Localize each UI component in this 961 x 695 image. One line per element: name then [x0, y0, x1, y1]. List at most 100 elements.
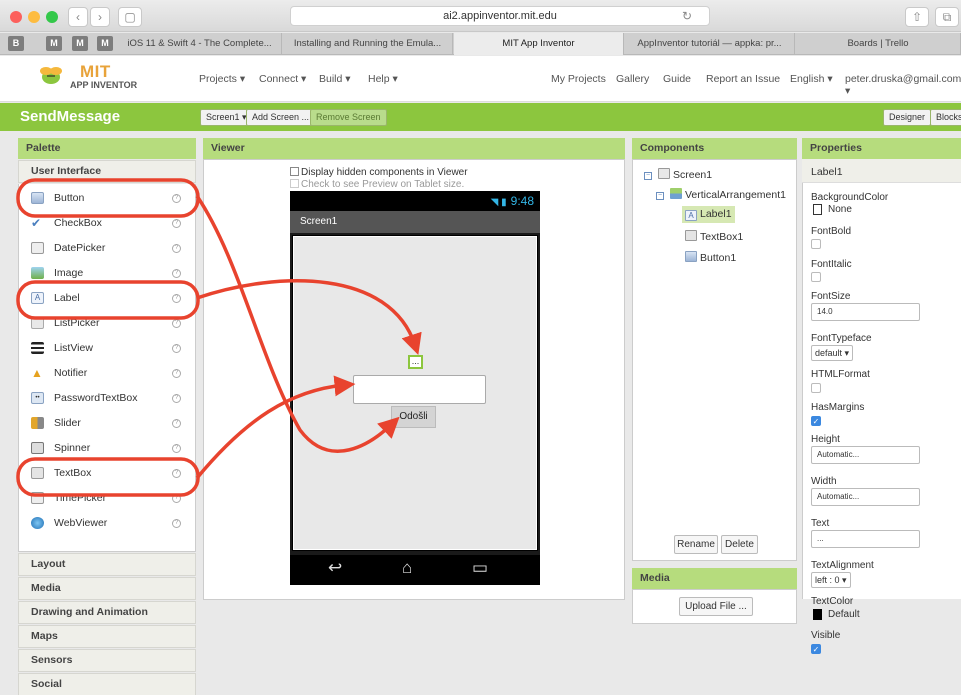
screen-select[interactable]: Screen1 ▾ [200, 109, 253, 126]
palette-section-sensors[interactable]: Sensors [18, 649, 196, 672]
color-swatch-default[interactable] [813, 609, 822, 620]
font-typeface-select[interactable]: default ▾ [811, 345, 854, 361]
account-menu[interactable]: peter.druska@gmail.com ▾ [845, 73, 961, 97]
palette-item-timepicker[interactable]: TimePicker ? [19, 486, 195, 511]
palette-item-textbox[interactable]: TextBox ? [19, 461, 195, 486]
textbox1-preview[interactable] [353, 375, 486, 404]
browser-tab[interactable]: Boards | Trello [796, 33, 961, 55]
browser-tab[interactable]: AppInventor tutoriál — appka: pr... [625, 33, 795, 55]
link-my-projects[interactable]: My Projects [551, 73, 606, 85]
palette-item-listview[interactable]: ListView ? [19, 336, 195, 361]
help-icon[interactable]: ? [172, 219, 181, 228]
palette-item-slider[interactable]: Slider ? [19, 411, 195, 436]
tree-item-verticalarrangement1[interactable]: − VerticalArrangement1 [656, 188, 786, 201]
tree-item-label1[interactable]: A Label1 [682, 206, 735, 223]
prop-text-color-value[interactable]: Default [828, 609, 860, 620]
language-selector[interactable]: English ▾ [790, 73, 833, 85]
back-icon[interactable]: ‹ [68, 7, 88, 27]
font-size-input[interactable]: 14.0 [811, 303, 920, 321]
menu-projects[interactable]: Projects ▾ [199, 73, 245, 85]
share-icon[interactable]: ⇧ [905, 7, 929, 27]
forward-icon[interactable]: › [90, 7, 110, 27]
zoom-window-icon[interactable] [46, 11, 58, 23]
help-icon[interactable]: ? [172, 344, 181, 353]
rename-button[interactable]: Rename [674, 535, 718, 554]
palette-item-webviewer[interactable]: WebViewer ? [19, 511, 195, 536]
text-alignment-select[interactable]: left : 0 ▾ [811, 572, 851, 588]
palette-item-datepicker[interactable]: DatePicker ? [19, 236, 195, 261]
home-nav-icon[interactable]: ⌂ [402, 558, 412, 578]
palette-item-spinner[interactable]: Spinner ? [19, 436, 195, 461]
blocks-button[interactable]: Blocks [930, 109, 961, 126]
palette-item-listpicker[interactable]: ListPicker ? [19, 311, 195, 336]
palette-section-drawing[interactable]: Drawing and Animation [18, 601, 196, 624]
browser-tab[interactable]: Installing and Running the Emula... [283, 33, 453, 55]
close-window-icon[interactable] [10, 11, 22, 23]
palette-item-label[interactable]: A Label ? [19, 286, 195, 311]
height-input[interactable]: Automatic... [811, 446, 920, 464]
phone-screen[interactable]: ... Odošli [292, 235, 538, 551]
pinned-tab[interactable]: M [72, 36, 88, 51]
help-icon[interactable]: ? [172, 369, 181, 378]
palette-section-user-interface[interactable]: User Interface [18, 160, 196, 183]
text-input[interactable]: ... [811, 530, 920, 548]
upload-file-button[interactable]: Upload File ... [679, 597, 753, 616]
app-inventor-logo-icon[interactable] [36, 64, 66, 86]
address-bar[interactable]: ai2.appinventor.mit.edu [290, 6, 710, 26]
help-icon[interactable]: ? [172, 319, 181, 328]
link-report-issue[interactable]: Report an Issue [706, 73, 780, 85]
palette-item-passwordtextbox[interactable]: •• PasswordTextBox ? [19, 386, 195, 411]
prop-background-color-value[interactable]: None [828, 204, 852, 215]
add-screen-button[interactable]: Add Screen ... [246, 109, 316, 126]
tree-item-button1[interactable]: Button1 [685, 251, 736, 264]
recents-nav-icon[interactable]: ▭ [472, 558, 488, 578]
remove-screen-button[interactable]: Remove Screen [310, 109, 387, 126]
help-icon[interactable]: ? [172, 419, 181, 428]
tablet-preview-checkbox[interactable] [290, 179, 299, 188]
pinned-tab[interactable]: M [46, 36, 62, 51]
help-icon[interactable]: ? [172, 194, 181, 203]
palette-item-image[interactable]: Image ? [19, 261, 195, 286]
hidden-components-option[interactable]: Display hidden components in Viewer [290, 167, 468, 178]
help-icon[interactable]: ? [172, 269, 181, 278]
tree-item-textbox1[interactable]: TextBox1 [685, 230, 743, 243]
hidden-components-checkbox[interactable] [290, 167, 299, 176]
color-swatch-none[interactable] [813, 204, 822, 215]
help-icon[interactable]: ? [172, 494, 181, 503]
browser-tab-active[interactable]: MIT App Inventor [454, 33, 624, 55]
browser-tab[interactable]: iOS 11 & Swift 4 - The Complete... [118, 33, 282, 55]
visible-checkbox[interactable]: ✓ [811, 644, 821, 654]
font-bold-checkbox[interactable] [811, 239, 821, 249]
collapse-icon[interactable]: − [644, 172, 652, 180]
pinned-tab[interactable]: M [97, 36, 113, 51]
menu-help[interactable]: Help ▾ [368, 73, 398, 85]
palette-section-social[interactable]: Social [18, 673, 196, 695]
minimize-window-icon[interactable] [28, 11, 40, 23]
back-nav-icon[interactable]: ↩ [328, 558, 342, 578]
logo-text[interactable]: MIT [80, 62, 111, 82]
tabs-overview-icon[interactable]: ⧉ [935, 7, 959, 27]
html-format-checkbox[interactable] [811, 383, 821, 393]
pinned-tab[interactable]: B [8, 36, 24, 51]
palette-section-maps[interactable]: Maps [18, 625, 196, 648]
palette-section-media[interactable]: Media [18, 577, 196, 600]
font-italic-checkbox[interactable] [811, 272, 821, 282]
palette-item-checkbox[interactable]: ✔ CheckBox ? [19, 211, 195, 236]
link-guide[interactable]: Guide [663, 73, 691, 85]
link-gallery[interactable]: Gallery [616, 73, 649, 85]
tablet-preview-option[interactable]: Check to see Preview on Tablet size. [290, 179, 464, 190]
menu-connect[interactable]: Connect ▾ [259, 73, 306, 85]
collapse-icon[interactable]: − [656, 192, 664, 200]
designer-button[interactable]: Designer [883, 109, 932, 126]
help-icon[interactable]: ? [172, 469, 181, 478]
palette-item-button[interactable]: Button ? [19, 186, 195, 211]
delete-button[interactable]: Delete [721, 535, 758, 554]
help-icon[interactable]: ? [172, 294, 181, 303]
menu-build[interactable]: Build ▾ [319, 73, 351, 85]
sidebar-icon[interactable]: ▢ [118, 7, 142, 27]
palette-section-layout[interactable]: Layout [18, 553, 196, 576]
button1-preview[interactable]: Odošli [391, 406, 436, 428]
reload-icon[interactable]: ↻ [679, 7, 695, 27]
tree-item-screen1[interactable]: − Screen1 [644, 168, 712, 181]
width-input[interactable]: Automatic... [811, 488, 920, 506]
